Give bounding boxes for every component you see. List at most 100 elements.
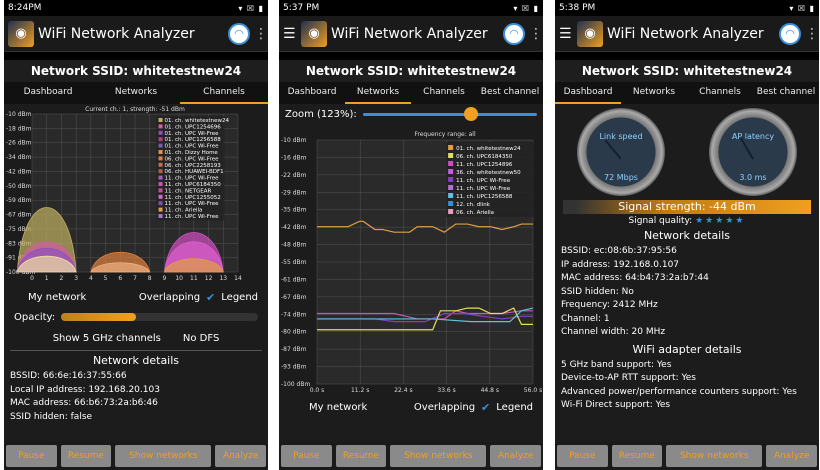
bottom-action-bar: Pause Resume Show networks Analyze	[4, 442, 268, 470]
tab-best-channel[interactable]: Best channel	[753, 82, 819, 104]
tab-dashboard[interactable]: Dashboard	[555, 82, 621, 104]
show-5ghz-toggle[interactable]: Show 5 GHz channels	[53, 333, 161, 344]
legend-check-icon[interactable]: ✔	[481, 401, 490, 414]
legend-entry: 11. ch. UPC1254896	[456, 162, 513, 168]
overlapping-toggle[interactable]: Overlapping	[414, 402, 475, 413]
tab-bar: Dashboard Networks Channels Best channel	[279, 82, 543, 104]
legend-check-icon[interactable]: ✔	[206, 291, 215, 304]
detail-local-ip: Local IP address: 192.168.20.103	[10, 384, 160, 395]
no-dfs-toggle[interactable]: No DFS	[183, 333, 219, 344]
ssid-title: Network SSID: whitetestnew24	[555, 60, 819, 82]
analyze-button[interactable]: Analyze	[215, 445, 266, 467]
bottom-action-bar: Pause Resume Show networks Analyze	[555, 442, 819, 470]
tab-best-channel[interactable]: Best channel	[477, 82, 543, 104]
analyze-button[interactable]: Analyze	[490, 445, 541, 467]
show-networks-button[interactable]: Show networks	[115, 445, 212, 467]
opacity-row: Opacity:	[4, 306, 268, 328]
network-details-title: Network details	[92, 354, 180, 367]
signal-quality-label: Signal quality:	[628, 216, 693, 226]
legend-swatch	[448, 193, 454, 198]
legend-swatch	[448, 177, 454, 182]
legend-entry: 01. ch. UPC1254696	[165, 124, 222, 130]
legend-swatch	[158, 194, 163, 199]
pause-button[interactable]: Pause	[281, 445, 332, 467]
opacity-slider[interactable]	[61, 313, 258, 321]
gauge-label: AP latency	[731, 132, 775, 141]
wifi-scan-icon[interactable]: ◠	[228, 22, 250, 45]
legend-swatch	[158, 130, 163, 135]
zoom-label: Zoom (123%):	[285, 108, 357, 120]
wifi-scan-icon[interactable]: ◠	[503, 22, 525, 45]
legend-swatch	[158, 150, 163, 154]
show-networks-button[interactable]: Show networks	[666, 445, 763, 467]
legend-swatch	[158, 118, 163, 122]
y-tick-label: -16 dBm	[281, 154, 307, 161]
tab-networks[interactable]: Networks	[345, 82, 411, 104]
wifi-scan-icon[interactable]: ◠	[779, 22, 801, 45]
channels-chart: Current ch.: 1, strength: -51 dBm -10 dBm…	[6, 106, 242, 282]
resume-button[interactable]: Resume	[60, 445, 112, 467]
detail-mac: MAC address: 66:b6:73:2a:b6:46	[10, 398, 158, 408]
y-tick-label: -18 dBm	[6, 125, 32, 132]
legend-toggle[interactable]: Legend	[496, 402, 533, 413]
y-tick-label: -34 dBm	[6, 154, 32, 161]
y-tick-label: -59 dBm	[6, 197, 32, 204]
tab-channels[interactable]: Channels	[687, 82, 753, 104]
show-networks-button[interactable]: Show networks	[390, 445, 487, 467]
resume-button[interactable]: Resume	[611, 445, 663, 467]
gauges-row: Link speed 72 Mbps AP latency 3.0 ms	[555, 104, 819, 196]
tab-dashboard[interactable]: Dashboard	[4, 82, 92, 104]
legend-entry: 01. ch. UPC1256588	[165, 137, 222, 143]
legend-entry: 11. ch. UPC Wi-Free	[165, 201, 220, 207]
x-tick-label: 13	[219, 275, 227, 282]
x-tick-label: 11	[190, 275, 198, 282]
legend-entry: 11. ch. UPC1255052	[165, 195, 221, 201]
detail-bssid: BSSID: 66:6e:16:37:55:66	[10, 371, 127, 381]
overlapping-toggle[interactable]: Overlapping	[139, 292, 200, 303]
tab-dashboard[interactable]: Dashboard	[279, 82, 345, 104]
status-time: 5:38 PM	[559, 3, 596, 13]
legend-entry: 01. ch. UPC Wi-Free	[165, 131, 220, 137]
status-time: 5:37 PM	[283, 3, 320, 13]
y-tick-label: -50 dBm	[6, 183, 32, 190]
overflow-menu-icon[interactable]: ⋮	[805, 26, 819, 42]
my-network-toggle[interactable]: My network	[14, 292, 133, 303]
overflow-menu-icon[interactable]: ⋮	[254, 26, 268, 42]
pause-button[interactable]: Pause	[6, 445, 57, 467]
ssid-title: Network SSID: whitetestnew24	[4, 60, 268, 82]
x-tick-label: 5	[104, 275, 108, 282]
hamburger-menu-icon[interactable]: ☰	[559, 26, 573, 42]
x-tick-label: 33.6 s	[437, 387, 455, 394]
analyze-button[interactable]: Analyze	[766, 445, 817, 467]
legend-swatch	[448, 169, 454, 174]
y-tick-label: -48 dBm	[281, 242, 307, 249]
app-logo-icon: ◉	[577, 20, 603, 47]
legend-swatch	[158, 207, 163, 212]
x-tick-label: 9	[163, 275, 167, 282]
x-tick-label: 1	[45, 275, 49, 282]
hamburger-menu-icon[interactable]: ☰	[283, 26, 297, 42]
legend-entry: 11. ch. UPC Wi-Free	[165, 214, 220, 220]
resume-button[interactable]: Resume	[335, 445, 387, 467]
legend-swatch	[158, 188, 163, 193]
legend-swatch	[158, 175, 163, 180]
my-network-toggle[interactable]: My network	[289, 402, 408, 413]
pause-button[interactable]: Pause	[557, 445, 608, 467]
zoom-slider[interactable]	[362, 106, 537, 121]
app-logo-icon: ◉	[8, 20, 34, 47]
bottom-action-bar: Pause Resume Show networks Analyze	[279, 442, 543, 470]
legend-toggle[interactable]: Legend	[221, 292, 258, 303]
x-tick-label: 10	[175, 275, 183, 282]
overflow-menu-icon[interactable]: ⋮	[529, 26, 543, 42]
chart-header: Current ch.: 1, strength: -51 dBm	[85, 106, 185, 113]
zoom-slider-knob[interactable]	[463, 106, 478, 121]
signal-quality-stars-icon: ★★★★★	[695, 216, 746, 226]
legend-swatch	[158, 201, 163, 206]
tab-channels[interactable]: Channels	[180, 82, 268, 104]
detail-bssid: BSSID: ec:08:6b:37:95:56	[561, 246, 677, 256]
tab-networks[interactable]: Networks	[621, 82, 687, 104]
tab-channels[interactable]: Channels	[411, 82, 477, 104]
status-icons: ▾ ☒ ▮	[238, 3, 264, 13]
link-speed-gauge: Link speed 72 Mbps	[577, 108, 665, 196]
tab-networks[interactable]: Networks	[92, 82, 180, 104]
